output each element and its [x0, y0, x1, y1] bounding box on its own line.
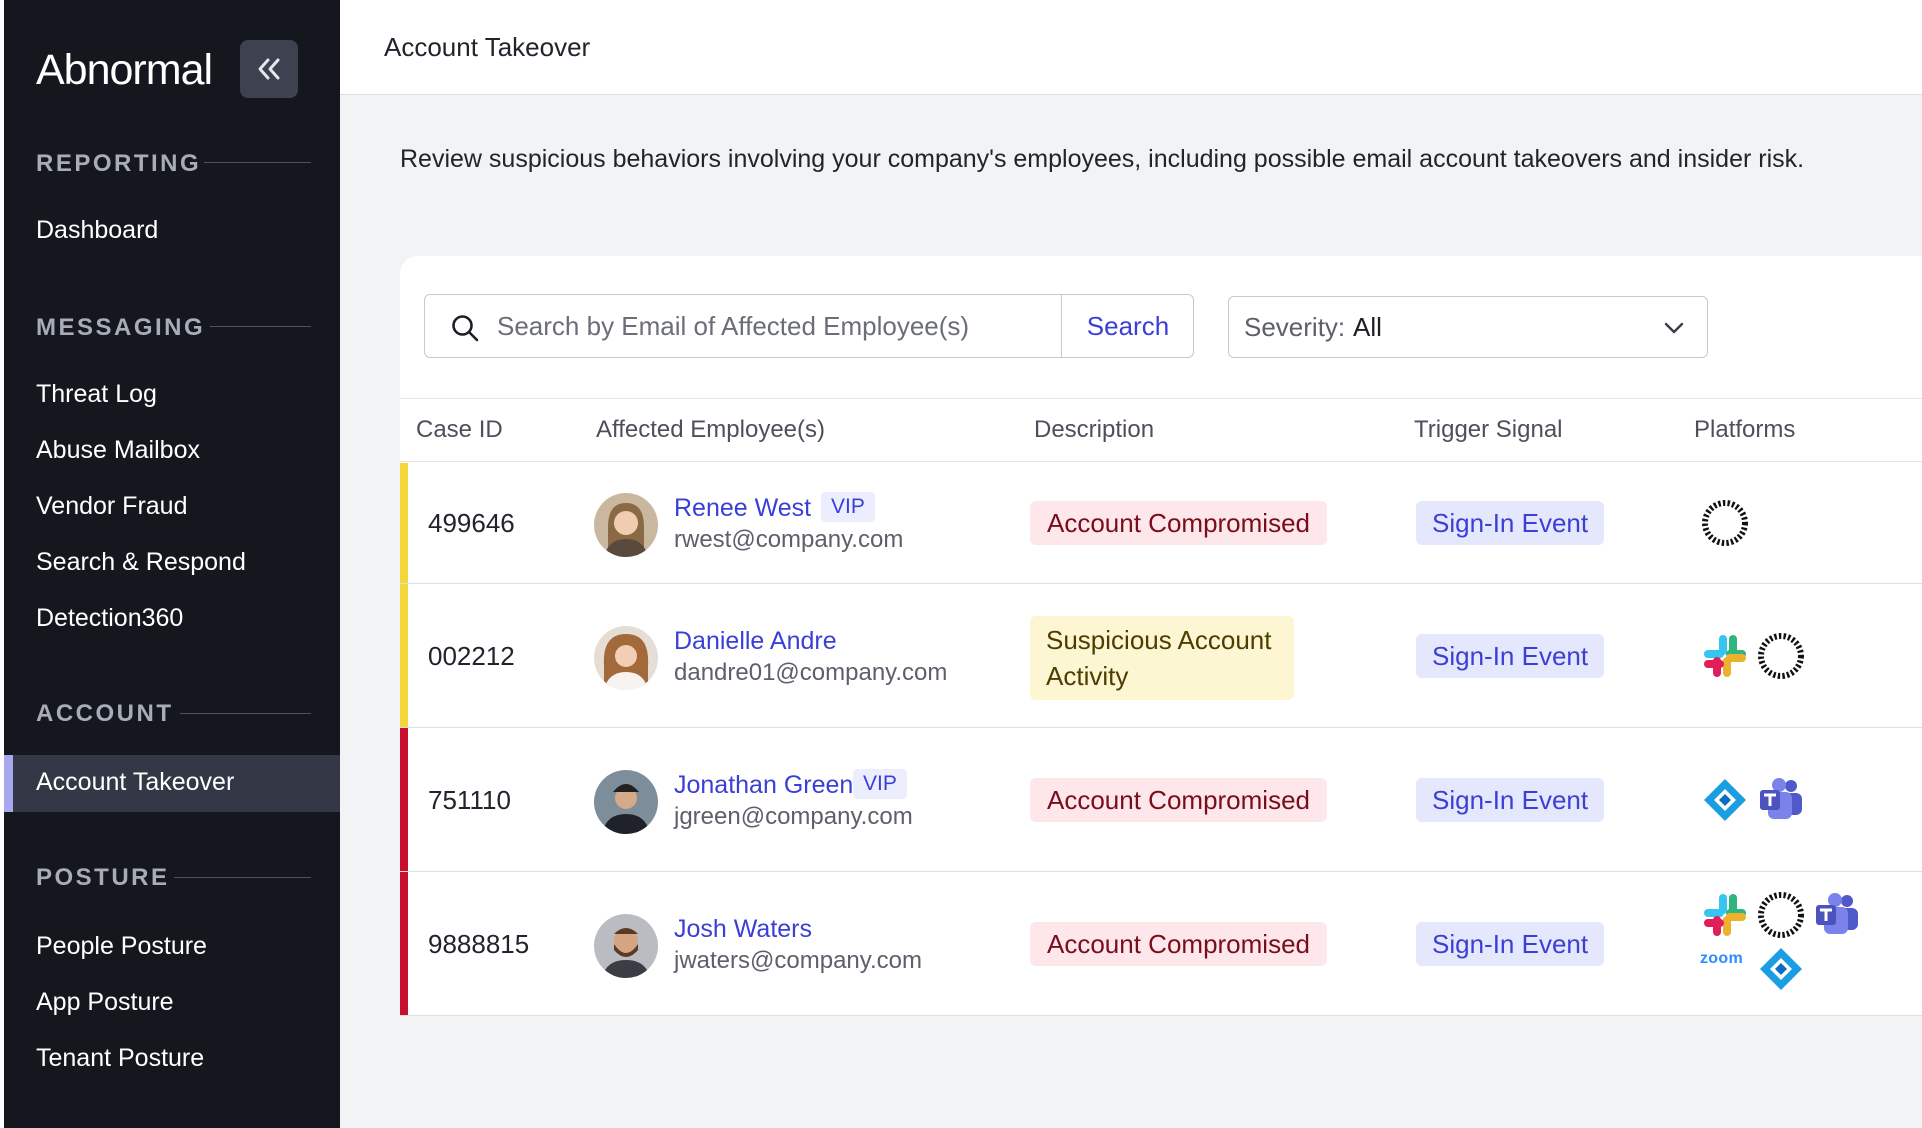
search-bar: Search	[424, 294, 1194, 358]
table-row[interactable]: 002212 Danielle Andre dandre01@company.c…	[400, 584, 1922, 728]
sidebar-item-account-takeover[interactable]: Account Takeover	[36, 768, 234, 797]
nav-section-posture: POSTURE	[36, 864, 170, 891]
column-header-description[interactable]: Description	[1034, 416, 1154, 444]
table-row[interactable]: 499646 Renee West VIP rwest@company.com …	[400, 463, 1922, 584]
sidebar-item-abuse-mailbox[interactable]: Abuse Mailbox	[36, 436, 200, 465]
sidebar-item-people-posture[interactable]: People Posture	[36, 932, 207, 961]
okta-icon	[1702, 500, 1748, 546]
table-header: Case ID Affected Employee(s) Description…	[400, 398, 1922, 462]
employee-name-link[interactable]: Renee West	[674, 494, 811, 523]
section-divider	[204, 162, 311, 163]
section-divider	[174, 877, 311, 878]
sidebar-item-app-posture[interactable]: App Posture	[36, 988, 174, 1017]
trigger-signal-badge: Sign-In Event	[1416, 634, 1605, 678]
teams-icon	[1814, 892, 1860, 938]
case-id: 9888815	[428, 929, 530, 959]
nav-section-messaging: MESSAGING	[36, 314, 206, 341]
nav-section-reporting: REPORTING	[36, 150, 202, 177]
slack-icon	[1702, 633, 1748, 679]
azure-ad-icon	[1758, 946, 1804, 992]
azure-ad-icon	[1702, 777, 1748, 823]
cases-card: Search Severity: All Case ID Affected Em…	[400, 256, 1922, 1016]
trigger-signal-badge: Sign-In Event	[1416, 778, 1605, 822]
okta-icon	[1758, 633, 1804, 679]
page-description: Review suspicious behaviors involving yo…	[400, 145, 1805, 173]
description-badge: Account Compromised	[1030, 501, 1327, 545]
teams-icon	[1758, 777, 1804, 823]
avatar	[594, 493, 658, 557]
description-badge: Account Compromised	[1030, 922, 1327, 966]
sidebar-item-tenant-posture[interactable]: Tenant Posture	[36, 1044, 204, 1073]
sidebar: Abnormal REPORTING Dashboard MESSAGING T…	[0, 0, 340, 1128]
sidebar-item-vendor-fraud[interactable]: Vendor Fraud	[36, 492, 188, 521]
search-icon	[452, 315, 479, 342]
table-row[interactable]: 9888815 Josh Waters jwaters@company.com …	[400, 872, 1922, 1016]
employee-name-link[interactable]: Danielle Andre	[674, 627, 837, 656]
case-id: 751110	[428, 785, 511, 815]
double-chevron-left-icon	[258, 58, 280, 80]
severity-dropdown[interactable]: Severity: All	[1228, 296, 1708, 358]
sidebar-active-indicator	[4, 755, 13, 812]
sidebar-item-dashboard[interactable]: Dashboard	[36, 216, 158, 245]
search-button[interactable]: Search	[1062, 295, 1194, 357]
case-id: 002212	[428, 641, 515, 671]
description-badge: Suspicious Account Activity	[1030, 616, 1294, 700]
page-title: Account Takeover	[384, 32, 591, 62]
severity-indicator	[400, 872, 408, 1015]
chevron-down-icon	[1664, 322, 1684, 334]
employee-name-link[interactable]: Josh Waters	[674, 915, 812, 944]
employee-email: dandre01@company.com	[674, 659, 948, 686]
trigger-signal-badge: Sign-In Event	[1416, 501, 1605, 545]
column-header-employees[interactable]: Affected Employee(s)	[596, 416, 825, 444]
slack-icon	[1702, 892, 1748, 938]
description-badge: Account Compromised	[1030, 778, 1327, 822]
top-header: Account Takeover	[340, 0, 1922, 95]
vip-badge: VIP	[821, 492, 875, 522]
abnormal-logo[interactable]: Abnormal	[36, 46, 213, 95]
severity-value: All	[1353, 312, 1382, 342]
sidebar-item-threat-log[interactable]: Threat Log	[36, 380, 157, 409]
severity-indicator	[400, 463, 408, 583]
severity-label: Severity:	[1244, 312, 1346, 342]
column-header-platforms[interactable]: Platforms	[1694, 416, 1795, 444]
sidebar-item-detection360[interactable]: Detection360	[36, 604, 183, 633]
column-header-case-id[interactable]: Case ID	[416, 416, 503, 444]
section-divider	[180, 713, 311, 714]
search-input[interactable]	[497, 295, 1053, 357]
case-id: 499646	[428, 508, 515, 538]
zoom-logo-text: zoom	[1700, 950, 1743, 967]
avatar	[594, 626, 658, 690]
severity-indicator	[400, 728, 408, 871]
severity-indicator	[400, 584, 408, 727]
zoom-icon: zoom	[1700, 950, 1750, 976]
section-divider	[210, 326, 311, 327]
okta-icon	[1758, 892, 1804, 938]
trigger-signal-badge: Sign-In Event	[1416, 922, 1605, 966]
table-row[interactable]: 751110 Jonathan Green VIP jgreen@company…	[400, 728, 1922, 872]
avatar	[594, 770, 658, 834]
employee-name-link[interactable]: Jonathan Green	[674, 771, 853, 800]
employee-email: jwaters@company.com	[674, 947, 922, 974]
vip-badge: VIP	[853, 769, 907, 799]
nav-section-account: ACCOUNT	[36, 700, 174, 727]
sidebar-item-search-respond[interactable]: Search & Respond	[36, 548, 246, 577]
employee-email: jgreen@company.com	[674, 803, 913, 830]
column-header-trigger-signal[interactable]: Trigger Signal	[1414, 416, 1563, 444]
employee-email: rwest@company.com	[674, 526, 904, 553]
avatar	[594, 914, 658, 978]
collapse-sidebar-button[interactable]	[240, 40, 298, 98]
